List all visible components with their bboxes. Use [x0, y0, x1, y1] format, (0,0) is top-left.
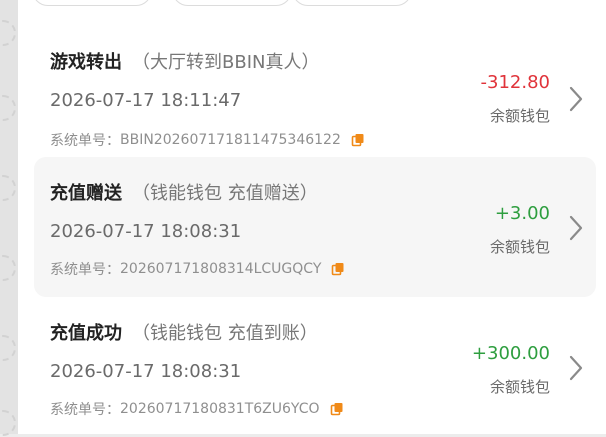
transaction-detail: （大厅转到BBIN真人）: [132, 52, 320, 73]
order-label: 系统单号：: [50, 262, 120, 278]
transaction-detail: （钱能钱包 充值到账）: [132, 323, 318, 344]
order-number-line: 系统单号： BBIN20260717181147534612​2: [50, 130, 365, 150]
transaction-type: 充值成功: [50, 323, 122, 344]
transaction-amount: -312.80: [480, 72, 550, 93]
decor-pattern: [0, 175, 16, 201]
transaction-amount: +3.00: [494, 203, 550, 224]
chevron-right-icon[interactable]: [568, 355, 584, 381]
transaction-time: 2026-07-17 18:11:47: [50, 90, 242, 111]
transaction-row[interactable]: 充值赠送 （钱能钱包 充值赠送） 2026-07-17 18:08:31 系统单号…: [34, 157, 596, 297]
transaction-row[interactable]: 充值成功 （钱能钱包 充值到账） 2026-07-17 18:08:31 系统单号…: [34, 297, 596, 437]
transaction-type: 充值赠送: [50, 183, 122, 204]
transaction-row[interactable]: 游戏转出 （大厅转到BBIN真人） 2026-07-17 18:11:47 系统单…: [34, 10, 596, 150]
transaction-list-panel: 游戏转出 （大厅转到BBIN真人） 2026-07-17 18:11:47 系统单…: [18, 0, 606, 434]
decor-pattern: [0, 335, 16, 361]
decor-pattern: [0, 95, 16, 121]
copy-icon[interactable]: [330, 402, 344, 416]
wallet-name: 余额钱包: [489, 378, 550, 396]
filter-chip[interactable]: [172, 0, 292, 6]
transaction-amount: +300.00: [471, 343, 550, 364]
chevron-right-icon[interactable]: [568, 215, 584, 241]
transaction-detail: （钱能钱包 充值赠送）: [132, 183, 318, 204]
order-number-line: 系统单号： 20260717180831T6ZU6YCO: [50, 399, 344, 419]
transaction-title: 充值赠送 （钱能钱包 充值赠送）: [50, 179, 318, 205]
filter-chip[interactable]: [32, 0, 152, 6]
order-number-line: 系统单号： 202607171808314LCUGQCY: [50, 259, 345, 279]
order-label: 系统单号：: [50, 402, 120, 418]
background-strip: [0, 0, 18, 436]
filter-chip[interactable]: [292, 0, 412, 6]
order-number: 20260717180831T6ZU6YCO: [120, 401, 320, 417]
order-number: BBIN20260717181147534612​2: [120, 132, 341, 148]
order-label: 系统单号：: [50, 133, 120, 149]
transaction-type: 游戏转出: [50, 52, 122, 73]
wallet-name: 余额钱包: [489, 238, 550, 256]
decor-pattern: [0, 255, 16, 281]
transaction-title: 充值成功 （钱能钱包 充值到账）: [50, 319, 318, 345]
transaction-time: 2026-07-17 18:08:31: [50, 221, 242, 242]
copy-icon[interactable]: [331, 262, 345, 276]
decor-pattern: [0, 410, 16, 436]
decor-pattern: [0, 20, 16, 46]
order-number: 202607171808314LCUGQCY: [120, 261, 322, 277]
wallet-name: 余额钱包: [489, 107, 550, 125]
copy-icon[interactable]: [351, 133, 365, 147]
transaction-time: 2026-07-17 18:08:31: [50, 361, 242, 382]
transaction-title: 游戏转出 （大厅转到BBIN真人）: [50, 48, 319, 74]
chevron-right-icon[interactable]: [568, 86, 584, 112]
